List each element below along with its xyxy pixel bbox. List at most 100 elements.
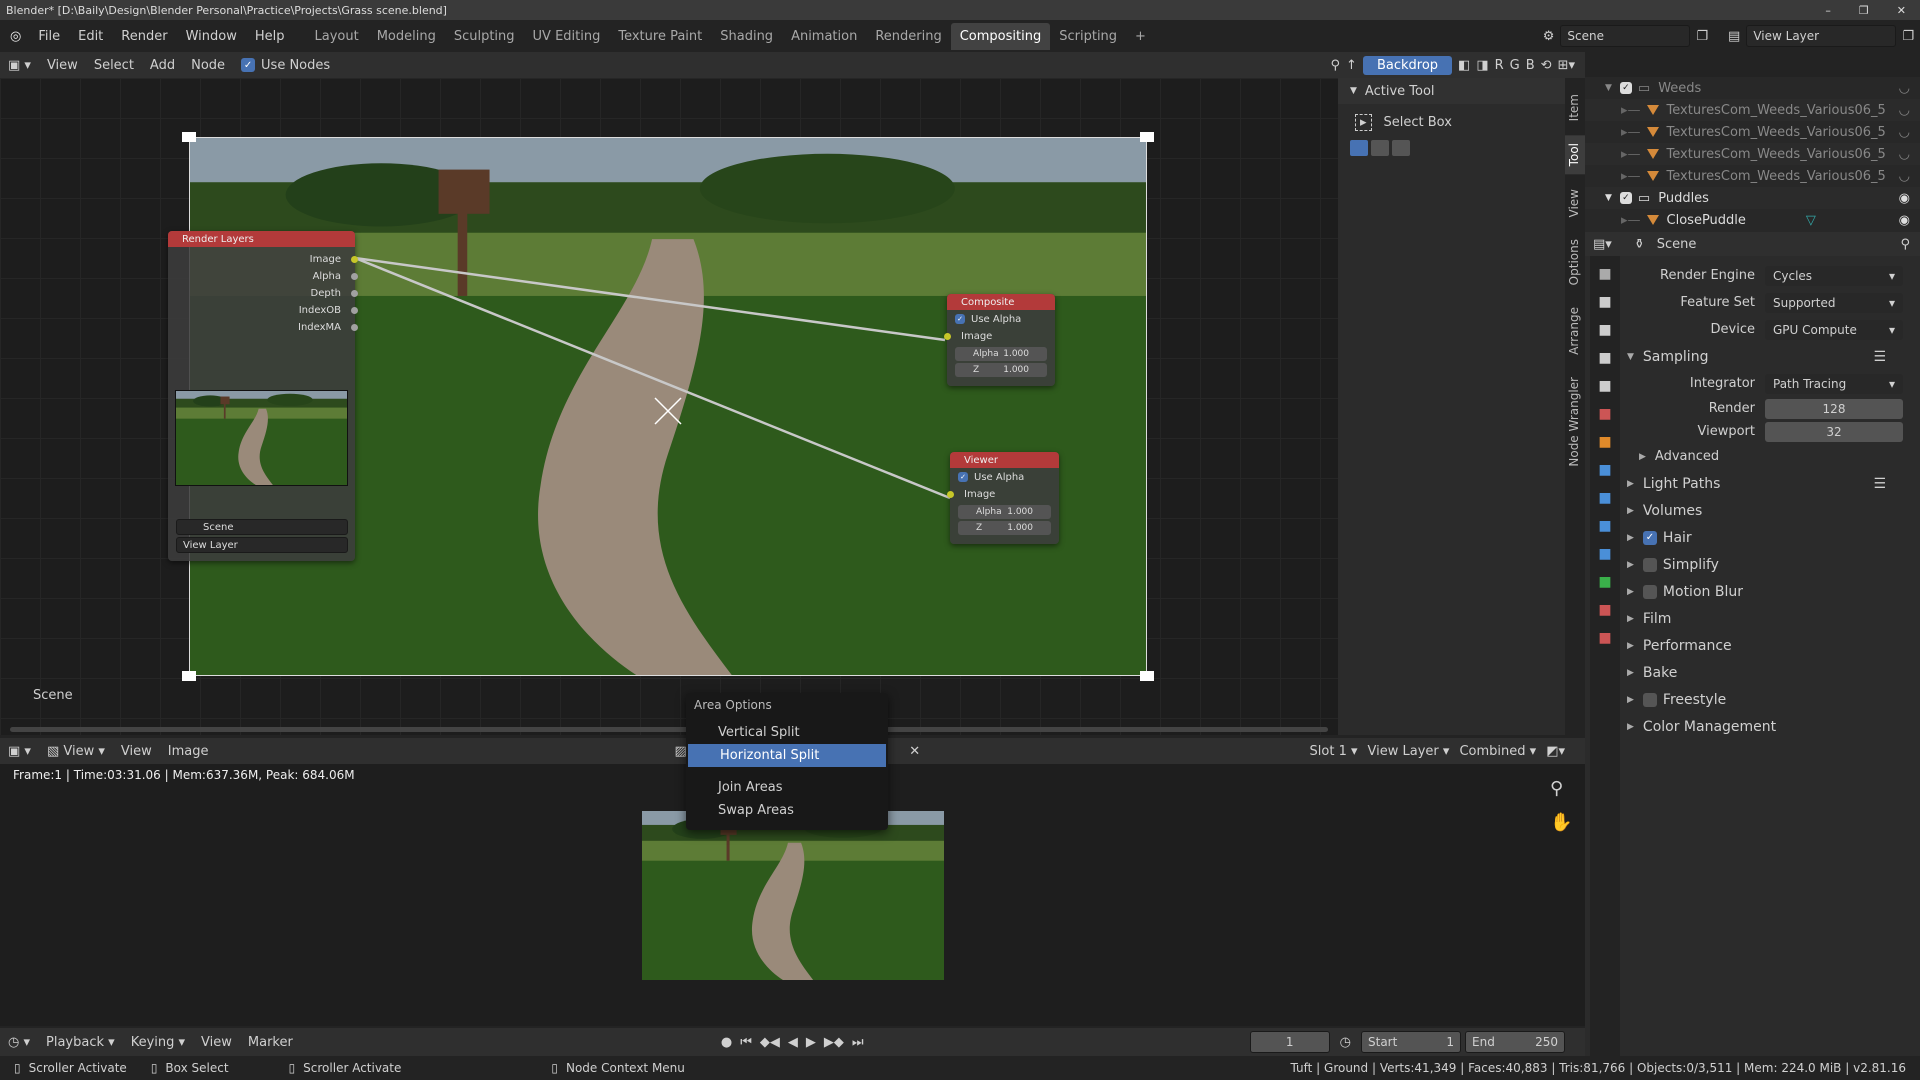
object-tab-icon[interactable]: ■ <box>1598 434 1611 450</box>
render-layers-node[interactable]: Render Layers Image Alpha Depth IndexOB Inde… <box>168 231 358 561</box>
modifier-tab-icon[interactable]: ■ <box>1598 462 1611 478</box>
panel-hair[interactable]: ▶ ✓ Hair <box>1615 524 1920 551</box>
constraints-tab-icon[interactable]: ■ <box>1598 546 1611 562</box>
prev-key-icon[interactable]: ◆◀ <box>760 1035 780 1050</box>
physics-tab-icon[interactable]: ■ <box>1598 518 1611 534</box>
slot-dropdown[interactable]: Slot 1 ▾ <box>1310 744 1358 759</box>
outliner-item[interactable]: ▸— ClosePuddle ▽ ◉ <box>1585 209 1920 231</box>
end-frame-field[interactable]: End 250 <box>1465 1031 1565 1053</box>
output-tab-icon[interactable]: ■ <box>1598 322 1611 338</box>
checkbox[interactable] <box>1642 692 1657 707</box>
checkbox[interactable]: ✓ <box>1642 530 1657 545</box>
menu-item[interactable]: Vertical Split <box>686 721 888 744</box>
panel-motion-blur[interactable]: ▶ Motion Blur <box>1615 578 1920 605</box>
editor-type-button[interactable]: ◷ ▾ <box>0 1035 38 1050</box>
channel-alpha-icon[interactable]: ◨ <box>1476 58 1488 73</box>
texture-tab-icon[interactable]: ■ <box>1598 630 1611 646</box>
panel-performance[interactable]: ▶ Performance <box>1615 632 1920 659</box>
display-channels-icon[interactable]: ◩▾ <box>1546 744 1565 759</box>
panel-volumes[interactable]: ▶ Volumes <box>1615 497 1920 524</box>
parent-icon[interactable]: ↑ <box>1346 58 1357 73</box>
pin-icon[interactable]: ⚲ <box>1331 58 1341 73</box>
menu-playback[interactable]: Playback ▾ <box>38 1035 123 1050</box>
menu-file[interactable]: File <box>29 29 69 44</box>
active-tool-section[interactable]: ▼ Active Tool <box>1338 78 1565 104</box>
play-reverse-icon[interactable]: ◀ <box>788 1035 798 1050</box>
z-field[interactable]: Z 1.000 <box>955 363 1047 377</box>
scene-tab-icon[interactable]: ■ <box>1598 378 1611 394</box>
material-tab-icon[interactable]: ■ <box>1598 602 1611 618</box>
world-tab-icon[interactable]: ■ <box>1598 406 1611 422</box>
composite-node[interactable]: Composite ✓ Use Alpha Image Alpha 1.000 Z1… <box>944 294 1055 386</box>
view-layer-field[interactable]: View Layer <box>176 537 348 553</box>
sidebar-tab[interactable]: View <box>1565 181 1585 225</box>
channel-rgb-icon[interactable]: ◧ <box>1458 58 1470 73</box>
socket[interactable] <box>351 290 358 297</box>
sidebar-tab[interactable]: Arrange <box>1565 299 1585 363</box>
socket[interactable] <box>351 324 358 331</box>
menu-view[interactable]: View <box>113 744 160 759</box>
panel-freestyle[interactable]: ▶ Freestyle <box>1615 686 1920 713</box>
menu-item[interactable]: Horizontal Split <box>688 744 886 767</box>
scene-selector[interactable]: Scene <box>1560 25 1691 47</box>
view-layer-icon[interactable]: ▤ <box>1728 29 1740 44</box>
tab-workspace[interactable]: Rendering <box>866 23 950 50</box>
record-icon[interactable]: ● <box>721 1035 732 1050</box>
viewer-image[interactable] <box>642 811 944 980</box>
backdrop-button[interactable]: Backdrop <box>1362 55 1453 75</box>
select-box-icon[interactable]: ▸ <box>1355 113 1372 131</box>
menu-view[interactable]: View <box>39 58 86 73</box>
channel-r[interactable]: R <box>1495 58 1504 73</box>
z-field[interactable]: Z 1.000 <box>958 521 1051 535</box>
use-alpha-checkbox[interactable]: ✓ Use Alpha <box>950 468 1059 486</box>
socket[interactable] <box>351 307 358 314</box>
menu-render[interactable]: Render <box>112 29 176 44</box>
blender-logo-icon[interactable]: ◎ <box>0 29 29 44</box>
menu-add[interactable]: Add <box>142 58 183 73</box>
jump-end-icon[interactable]: ⏭ <box>852 1035 864 1050</box>
pin-icon[interactable]: ⚲ <box>1900 237 1920 252</box>
menu-window[interactable]: Window <box>177 29 246 44</box>
editor-type-button[interactable]: ▣ ▾ <box>0 744 39 759</box>
mode-extend-icon[interactable] <box>1371 140 1389 156</box>
hidden-icon[interactable]: ◡ <box>1899 103 1920 118</box>
menu-image[interactable]: Image <box>160 744 217 759</box>
hidden-icon[interactable]: ◡ <box>1899 125 1920 140</box>
menu-node[interactable]: Node <box>183 58 233 73</box>
outliner-item[interactable]: ▸— TexturesCom_Weeds_Various06_5 ◡ <box>1585 99 1920 121</box>
particles-tab-icon[interactable]: ■ <box>1598 490 1611 506</box>
play-icon[interactable]: ▶ <box>806 1035 816 1050</box>
snap-icon[interactable]: ⟲ <box>1541 58 1552 73</box>
advanced-subpanel[interactable]: ▶ Advanced <box>1627 443 1920 470</box>
menu-marker[interactable]: Marker <box>240 1035 301 1050</box>
start-frame-field[interactable]: Start 1 <box>1361 1031 1461 1053</box>
node-header[interactable]: Viewer <box>950 452 1059 468</box>
render-tab-icon[interactable]: ■ <box>1598 294 1611 310</box>
tab-workspace[interactable]: Sculpting <box>445 23 524 50</box>
tab-workspace[interactable]: Scripting <box>1050 23 1126 50</box>
data-tab-icon[interactable]: ■ <box>1598 574 1611 590</box>
alpha-field[interactable]: Alpha 1.000 <box>955 347 1047 361</box>
horizontal-scrollbar[interactable] <box>10 727 1328 732</box>
checkbox[interactable] <box>1642 584 1657 599</box>
eye-icon[interactable]: ◉ <box>1899 213 1920 228</box>
outliner[interactable]: ▼ ✓ ▭ Weeds ◡ ▸— TexturesCom_Weeds_Various06_5… <box>1585 77 1920 232</box>
menu-item[interactable]: Join Areas <box>686 776 888 799</box>
editor-type-button[interactable]: ▤▾ <box>1593 237 1612 252</box>
tab-workspace[interactable]: Animation <box>782 23 866 50</box>
node-editor[interactable]: Render Layers Image Alpha Depth IndexOB Inde… <box>0 78 1338 735</box>
sidebar-tab[interactable]: Tool <box>1565 135 1585 175</box>
channel-b[interactable]: B <box>1526 58 1535 73</box>
view-mode-dropdown[interactable]: ▧ View ▾ <box>39 744 113 759</box>
pass-dropdown[interactable]: Combined ▾ <box>1459 744 1536 759</box>
scene-field[interactable]: Scene <box>176 519 348 535</box>
panel-simplify[interactable]: ▶ Simplify <box>1615 551 1920 578</box>
sidebar-tab[interactable]: Node Wrangler <box>1565 369 1585 475</box>
menu-select[interactable]: Select <box>86 58 142 73</box>
feature-set-dropdown[interactable]: Supported ▾ <box>1765 292 1903 313</box>
view-layer-tab-icon[interactable]: ■ <box>1598 350 1611 366</box>
panel-light-paths[interactable]: ▶ Light Paths ☰ <box>1615 470 1920 497</box>
tab-workspace[interactable]: Compositing <box>950 22 1051 50</box>
node-header[interactable]: Composite <box>947 294 1055 310</box>
panel-color-management[interactable]: ▶ Color Management <box>1615 713 1920 740</box>
